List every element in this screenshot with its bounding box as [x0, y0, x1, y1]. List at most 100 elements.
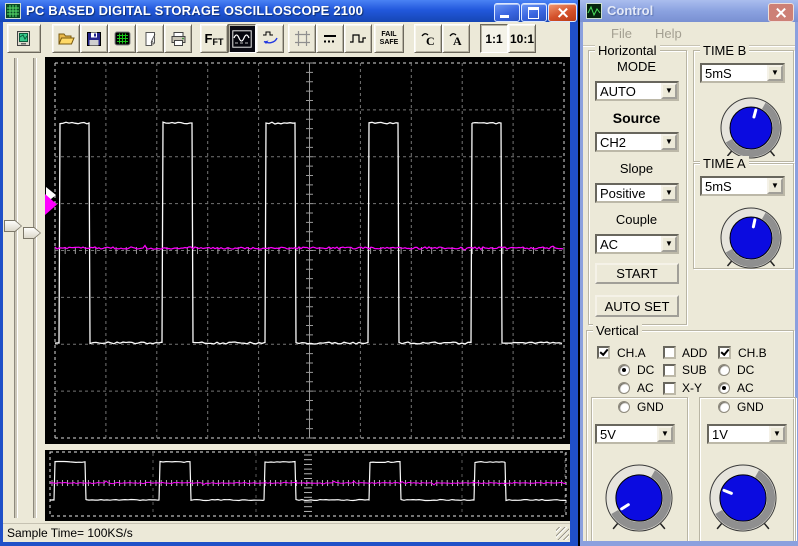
- fft-button[interactable]: FFT: [200, 24, 228, 53]
- temp-c-icon: C: [419, 30, 437, 48]
- chb-ac-radio[interactable]: [718, 382, 730, 394]
- horizontal-group: Horizontal MODE AUTO ▼ Source CH2 ▼ Slop…: [588, 50, 687, 325]
- chevron-down-icon[interactable]: ▼: [661, 185, 677, 201]
- time-a-knob[interactable]: [711, 198, 791, 278]
- mode-select[interactable]: AUTO ▼: [595, 81, 679, 101]
- horizontal-group-label: Horizontal: [595, 43, 660, 58]
- ratio-10-1-button[interactable]: 10:1: [508, 24, 536, 53]
- chevron-down-icon[interactable]: ▼: [661, 134, 677, 150]
- source-value: CH2: [600, 135, 626, 150]
- ampere-button[interactable]: A: [442, 24, 470, 53]
- minimize-button[interactable]: [494, 3, 520, 22]
- save-button[interactable]: [80, 24, 108, 53]
- display-grid-icon: [114, 31, 131, 46]
- cha-range-value: 5V: [600, 427, 616, 442]
- display-button[interactable]: [108, 24, 136, 53]
- menu-file[interactable]: File: [611, 26, 632, 41]
- chb-range-select[interactable]: 1V ▼: [707, 424, 787, 444]
- ratio-1-1-label: 1:1: [485, 32, 502, 46]
- chb-ac-label: AC: [737, 381, 754, 395]
- sub-checkbox-label: SUB: [682, 363, 707, 377]
- main-titlebar: PC BASED DIGITAL STORAGE OSCILLOSCOPE 21…: [0, 0, 578, 22]
- time-b-select[interactable]: 5mS ▼: [700, 63, 785, 83]
- cha-gnd-radio[interactable]: [618, 401, 630, 413]
- sub-checkbox[interactable]: [663, 364, 676, 377]
- control-titlebar: Control: [580, 0, 798, 22]
- cha-checkbox-label: CH.A: [617, 346, 646, 360]
- slope-value: Positive: [600, 186, 646, 201]
- page-icon: [142, 31, 158, 47]
- cha-ac-radio[interactable]: [618, 382, 630, 394]
- start-button[interactable]: START: [595, 263, 679, 284]
- cha-range-select[interactable]: 5V ▼: [595, 424, 675, 444]
- ratio-10-1-label: 10:1: [510, 32, 534, 46]
- chevron-down-icon[interactable]: ▼: [661, 83, 677, 99]
- temp-a-icon: A: [447, 30, 465, 48]
- fail-safe-label-1: FAIL: [380, 31, 399, 39]
- xy-checkbox[interactable]: [663, 382, 676, 395]
- chevron-down-icon[interactable]: ▼: [767, 178, 783, 194]
- main-scope-display: [45, 57, 570, 444]
- status-bar: Sample Time= 100KS/s: [3, 523, 570, 542]
- celsius-button[interactable]: C: [414, 24, 442, 53]
- notes-button[interactable]: [136, 24, 164, 53]
- vertical-group-label: Vertical: [593, 323, 642, 338]
- mode-label: MODE: [589, 59, 684, 74]
- resize-grip[interactable]: [556, 527, 569, 540]
- square-wave-icon: [349, 31, 367, 46]
- time-a-select[interactable]: 5mS ▼: [700, 176, 785, 196]
- slope-label: Slope: [589, 161, 684, 176]
- line-style-button[interactable]: [316, 24, 344, 53]
- chb-gnd-label: GND: [737, 400, 764, 414]
- chb-dc-radio[interactable]: [718, 364, 730, 376]
- add-checkbox[interactable]: [663, 346, 676, 359]
- time-b-group: TIME B 5mS ▼: [693, 50, 794, 162]
- ratio-1-1-button[interactable]: 1:1: [480, 24, 508, 53]
- frame-icon: [294, 30, 311, 47]
- chevron-down-icon[interactable]: ▼: [767, 65, 783, 81]
- close-button[interactable]: [548, 3, 577, 22]
- chb-checkbox[interactable]: [718, 346, 731, 359]
- time-a-value: 5mS: [705, 179, 732, 194]
- chevron-down-icon[interactable]: ▼: [769, 426, 785, 442]
- device-button[interactable]: [7, 24, 41, 53]
- cha-checkbox[interactable]: [597, 346, 610, 359]
- cha-gain-knob[interactable]: [597, 456, 681, 540]
- position-slider-track-2[interactable]: [33, 58, 37, 518]
- couple-select[interactable]: AC ▼: [595, 234, 679, 254]
- fail-safe-label-2: SAFE: [380, 39, 399, 47]
- source-select[interactable]: CH2 ▼: [595, 132, 679, 152]
- maximize-button[interactable]: [521, 3, 547, 22]
- cha-dc-radio[interactable]: [618, 364, 630, 376]
- chevron-down-icon[interactable]: ▼: [661, 236, 677, 252]
- print-button[interactable]: [164, 24, 192, 53]
- waveform-display-button[interactable]: [228, 24, 256, 53]
- recall-wave-button[interactable]: [256, 24, 284, 53]
- source-label: Source: [589, 110, 684, 126]
- app-icon: [5, 3, 21, 19]
- menu-help[interactable]: Help: [655, 26, 682, 41]
- open-button[interactable]: [52, 24, 80, 53]
- mode-value: AUTO: [600, 84, 636, 99]
- time-a-group-label: TIME A: [700, 156, 749, 171]
- undo-wave-icon: [261, 30, 279, 47]
- fail-safe-button[interactable]: FAILSAFE: [374, 24, 404, 53]
- chb-gnd-radio[interactable]: [718, 401, 730, 413]
- chb-checkbox-label: CH.B: [738, 346, 767, 360]
- xy-checkbox-label: X-Y: [682, 381, 702, 395]
- chb-gain-knob[interactable]: [701, 456, 785, 540]
- ch1-trace: [55, 122, 562, 344]
- position-slider-track-1[interactable]: [14, 58, 18, 518]
- frame-button[interactable]: [288, 24, 316, 53]
- control-close-button[interactable]: [768, 3, 794, 22]
- oscilloscope-window: PC BASED DIGITAL STORAGE OSCILLOSCOPE 21…: [0, 0, 578, 546]
- vertical-group: Vertical CH.A ADD CH.B DC SUB DC AC X-Y …: [586, 330, 794, 546]
- cha-gnd-label: GND: [637, 400, 664, 414]
- sample-rate-text: Sample Time= 100KS/s: [7, 526, 133, 540]
- window-title: PC BASED DIGITAL STORAGE OSCILLOSCOPE 21…: [26, 3, 363, 18]
- chevron-down-icon[interactable]: ▼: [657, 426, 673, 442]
- chb-range-value: 1V: [712, 427, 728, 442]
- slope-select[interactable]: Positive ▼: [595, 183, 679, 203]
- pulse-button[interactable]: [344, 24, 372, 53]
- auto-set-button[interactable]: AUTO SET: [595, 295, 679, 317]
